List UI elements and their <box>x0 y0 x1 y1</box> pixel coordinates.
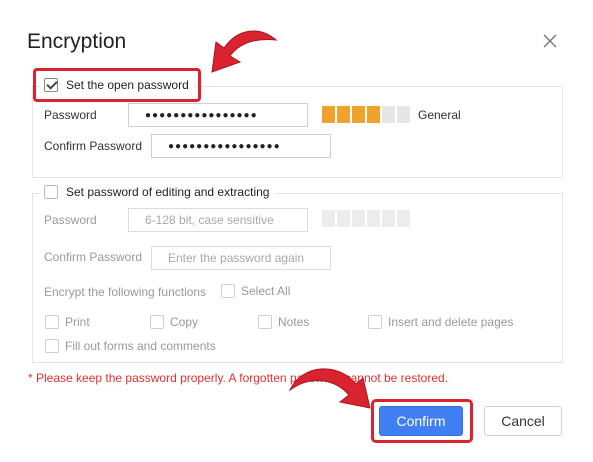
strength-segment <box>322 210 335 227</box>
pointer-arrow-icon <box>288 368 371 409</box>
notes-option[interactable]: Notes <box>258 315 309 329</box>
password-warning: * Please keep the password properly. A f… <box>28 371 449 385</box>
notes-checkbox[interactable] <box>258 315 272 329</box>
insert-delete-pages-checkbox[interactable] <box>368 315 382 329</box>
insert-delete-pages-option[interactable]: Insert and delete pages <box>368 315 513 329</box>
strength-segment <box>367 210 380 227</box>
select-all-label: Select All <box>241 284 291 298</box>
edit-password-checkbox[interactable] <box>44 185 58 199</box>
strength-segment <box>382 106 395 123</box>
edit-confirm-password-input[interactable]: Enter the password again <box>151 246 331 270</box>
encrypt-functions-label: Encrypt the following functions <box>44 285 207 299</box>
pointer-arrow-icon <box>211 30 278 73</box>
strength-segment <box>322 106 335 123</box>
confirm-highlight <box>371 399 473 443</box>
copy-label: Copy <box>170 315 199 329</box>
confirm-password-label: Confirm Password <box>44 139 143 153</box>
edit-password-legend-label: Set password of editing and extracting <box>66 185 270 199</box>
edit-confirm-password-label: Confirm Password <box>44 250 143 264</box>
copy-checkbox[interactable] <box>150 315 164 329</box>
edit-password-legend[interactable]: Set password of editing and extracting <box>40 185 276 199</box>
strength-segment <box>367 106 380 123</box>
open-password-highlight <box>33 68 201 102</box>
strength-segment <box>397 106 410 123</box>
fill-forms-checkbox[interactable] <box>45 339 59 353</box>
strength-segment <box>352 210 365 227</box>
insert-delete-pages-label: Insert and delete pages <box>388 315 514 329</box>
fill-forms-label: Fill out forms and comments <box>65 339 216 353</box>
strength-segment <box>337 106 350 123</box>
edit-password-strength-meter <box>322 210 410 227</box>
confirm-password-input-value: ●●●●●●●●●●●●●●●● <box>168 140 281 152</box>
dialog-title: Encryption <box>27 30 127 53</box>
copy-option[interactable]: Copy <box>150 315 198 329</box>
confirm-password-input[interactable]: ●●●●●●●●●●●●●●●● <box>151 134 331 158</box>
strength-segment <box>382 210 395 227</box>
cancel-button[interactable]: Cancel <box>484 406 562 436</box>
password-input-value: ●●●●●●●●●●●●●●●● <box>145 109 258 121</box>
password-label: Password <box>44 108 97 122</box>
fill-forms-option[interactable]: Fill out forms and comments <box>45 339 216 353</box>
strength-segment <box>337 210 350 227</box>
edit-confirm-password-placeholder: Enter the password again <box>168 251 305 265</box>
print-checkbox[interactable] <box>45 315 59 329</box>
password-strength-meter <box>322 106 410 123</box>
edit-password-label: Password <box>44 213 97 227</box>
print-option[interactable]: Print <box>45 315 90 329</box>
strength-segment <box>397 210 410 227</box>
select-all-option[interactable]: Select All <box>221 284 290 298</box>
edit-password-placeholder: 6-128 bit, case sensitive <box>145 213 274 227</box>
strength-label: General <box>418 108 461 122</box>
password-input[interactable]: ●●●●●●●●●●●●●●●● <box>128 103 308 127</box>
strength-segment <box>352 106 365 123</box>
select-all-checkbox[interactable] <box>221 284 235 298</box>
close-icon[interactable] <box>541 32 559 50</box>
print-label: Print <box>65 315 90 329</box>
edit-password-input[interactable]: 6-128 bit, case sensitive <box>128 208 308 232</box>
notes-label: Notes <box>278 315 310 329</box>
